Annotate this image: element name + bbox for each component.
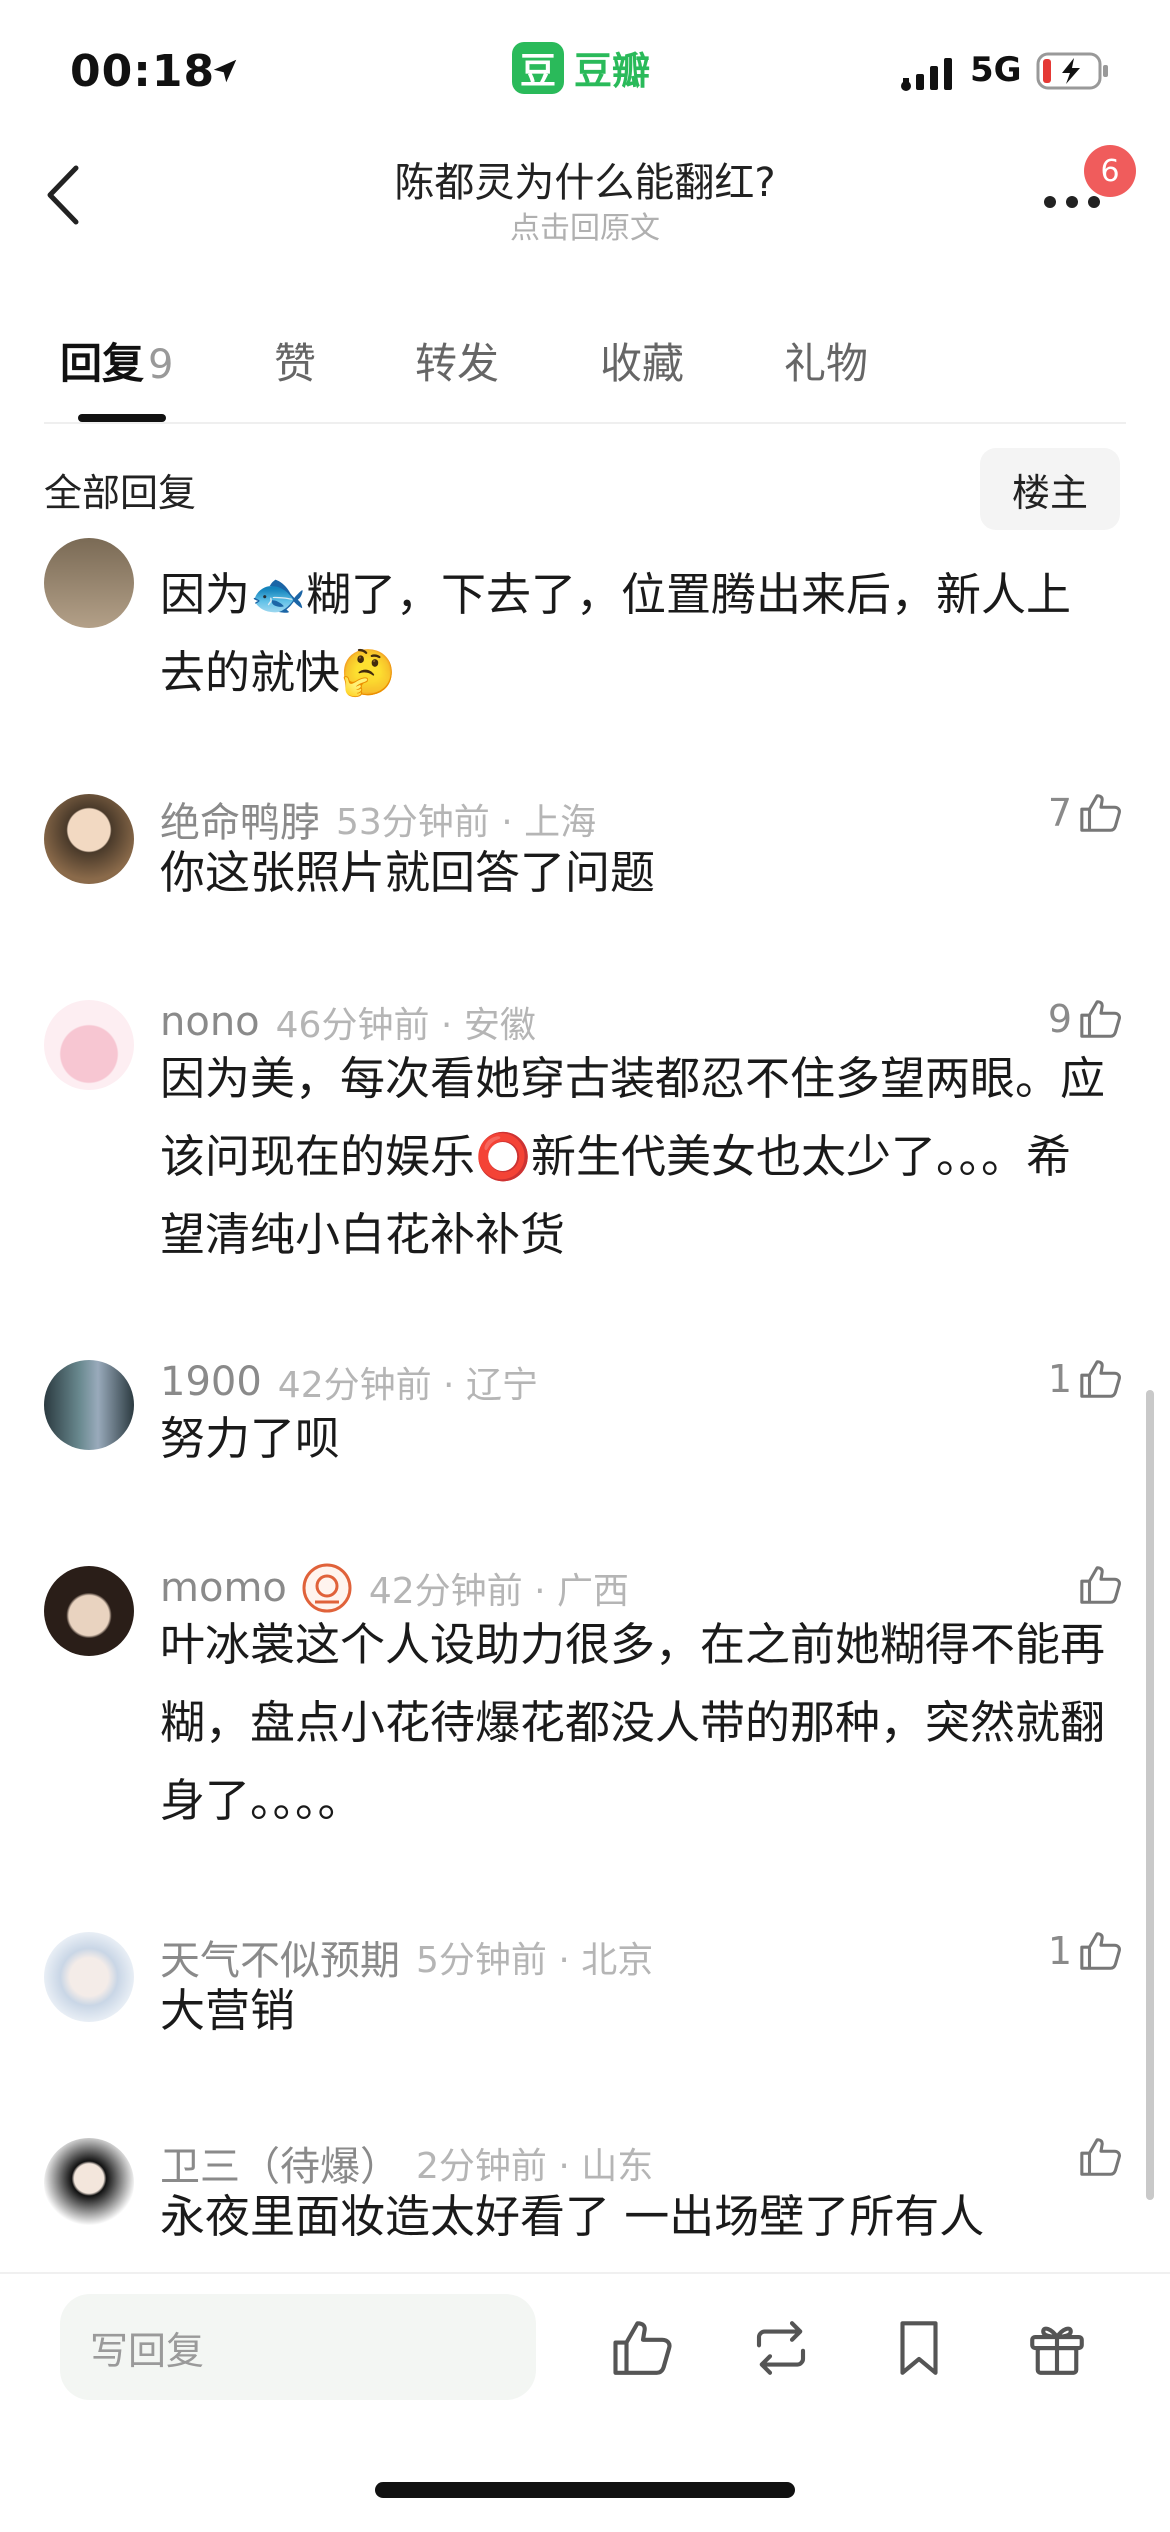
douban-logo: 豆: [512, 41, 564, 94]
comment-item[interactable]: 天气不似预期 5分钟前 · 北京 1 大营销: [0, 1928, 1170, 2068]
signal-icon: [901, 58, 952, 91]
tab-indicator: [78, 414, 166, 422]
thumbs-up-icon: [1080, 794, 1121, 832]
tab-likes[interactable]: 赞: [274, 330, 316, 391]
comment-text: 大营销: [160, 1984, 296, 2037]
avatar[interactable]: [44, 1000, 134, 1090]
thumbs-up-icon: [1080, 1360, 1121, 1398]
thumbs-up-icon: [1080, 2138, 1121, 2176]
all-replies-label: 全部回复: [44, 471, 197, 515]
network-type: 5G: [970, 50, 1022, 90]
scrollbar[interactable]: [1146, 1390, 1154, 2200]
comment-text: 你这张照片就回答了问题: [160, 846, 656, 899]
comment-author[interactable]: momo: [160, 1565, 287, 1611]
comment-author[interactable]: 1900: [160, 1359, 262, 1405]
like-control[interactable]: 1: [1048, 1928, 1124, 1974]
bookmark-icon[interactable]: [886, 2315, 952, 2381]
status-bar: 00:18 豆 豆瓣 5G: [0, 0, 1170, 150]
location-arrow-icon: [213, 59, 237, 83]
avatar[interactable]: [44, 1566, 134, 1656]
thumbs-up-icon: [1080, 1000, 1121, 1038]
tab-reposts[interactable]: 转发: [415, 330, 499, 391]
tab-label: 回复: [60, 339, 145, 388]
tab-divider: [44, 422, 1126, 424]
like-post-icon[interactable]: [610, 2315, 676, 2381]
like-count: 9: [1047, 997, 1072, 1041]
tab-collections[interactable]: 收藏: [600, 330, 684, 391]
comment-text: 叶冰裳这个人设助力很多，在之前她糊得不能再糊，盘点小花待爆花都没人带的那种，突然…: [160, 1618, 1106, 1827]
like-control[interactable]: [1078, 2134, 1124, 2180]
avatar[interactable]: [44, 1360, 134, 1450]
thumbs-up-icon: [1080, 1932, 1121, 1970]
comment-item[interactable]: momo 42分钟前 · 广西 叶冰裳这个人设助力很多，在之前她糊得不能再糊，盘…: [0, 1562, 1170, 1862]
like-control[interactable]: 7: [1048, 790, 1124, 836]
avatar[interactable]: [44, 538, 134, 628]
comment-item[interactable]: 因为🐟糊了，下去了，位置腾出来后，新人上去的就快🤔: [0, 538, 1170, 718]
back-to-original-link[interactable]: 点击回原文: [0, 203, 1170, 247]
like-count: 1: [1047, 1357, 1072, 1401]
battery-icon: [1036, 52, 1108, 90]
app-badge[interactable]: 豆 豆瓣: [512, 40, 650, 95]
comment-item[interactable]: 1900 42分钟前 · 辽宁 1 努力了呗: [0, 1356, 1170, 1496]
comment-item[interactable]: nono 46分钟前 · 安徽 9 因为美，每次看她穿古装都忍不住多望两眼。应该…: [0, 996, 1170, 1286]
tab-replies[interactable]: 回复 9: [60, 330, 173, 391]
gift-icon[interactable]: [1024, 2315, 1090, 2381]
thumbs-up-icon: [1080, 1566, 1121, 1604]
comment-text: 努力了呗: [160, 1412, 341, 1465]
avatar[interactable]: [44, 794, 134, 884]
avatar[interactable]: [44, 2138, 134, 2228]
comment-item[interactable]: 绝命鸭脖 53分钟前 · 上海 7 你这张照片就回答了问题: [0, 790, 1170, 930]
like-control[interactable]: [1078, 1562, 1124, 1608]
comment-text: 永夜里面妆造太好看了 一出场壁了所有人: [160, 2190, 985, 2243]
reply-input[interactable]: 写回复: [60, 2294, 536, 2400]
like-control[interactable]: 1: [1048, 1356, 1124, 1402]
like-count: 1: [1047, 1929, 1072, 1973]
page-title[interactable]: 陈都灵为什么能翻红?: [0, 150, 1170, 208]
comment-text: 因为美，每次看她穿古装都忍不住多望两眼。应该问现在的娱乐⭕新生代美女也太少了。。…: [160, 1052, 1106, 1261]
repost-icon[interactable]: [748, 2315, 814, 2381]
app-name: 豆瓣: [574, 49, 651, 93]
tab-gifts[interactable]: 礼物: [784, 330, 868, 391]
home-indicator[interactable]: [375, 2482, 795, 2498]
like-control[interactable]: 9: [1048, 996, 1124, 1042]
comment-item[interactable]: 卫三（待爆） 2分钟前 · 山东 永夜里面妆造太好看了 一出场壁了所有人: [0, 2134, 1170, 2264]
like-count: 7: [1047, 791, 1072, 835]
comment-text: 因为🐟糊了，下去了，位置腾出来后，新人上去的就快🤔: [160, 568, 1072, 699]
notification-badge: 6: [1084, 145, 1136, 197]
comment-author[interactable]: nono: [160, 999, 260, 1045]
status-time: 00:18: [70, 46, 216, 97]
tab-count: 9: [148, 342, 174, 388]
op-only-button[interactable]: 楼主: [980, 448, 1120, 530]
avatar[interactable]: [44, 1932, 134, 2022]
